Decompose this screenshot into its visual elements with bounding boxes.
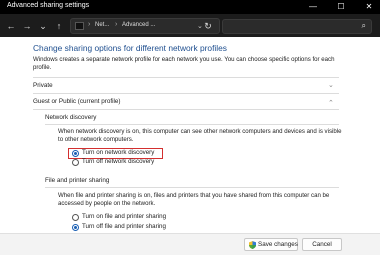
up-arrow-icon[interactable]: ↑ (53, 20, 65, 32)
save-changes-button[interactable]: Save changes (244, 238, 298, 251)
radio-label[interactable]: Turn on file and printer sharing (82, 213, 166, 220)
subsection-file-printer-sharing: File and printer sharing (45, 177, 110, 184)
settings-content: Change sharing options for different net… (0, 37, 380, 233)
divider (33, 109, 339, 110)
forward-arrow-icon[interactable]: → (21, 20, 33, 32)
divider (33, 93, 339, 94)
chevron-down-icon[interactable]: ⌄ (328, 81, 334, 89)
breadcrumb-advanced[interactable]: Advanced ... (122, 22, 155, 28)
radio-label[interactable]: Turn off file and printer sharing (82, 223, 166, 230)
file-printer-sharing-description: When file and printer sharing is on, fil… (58, 192, 330, 207)
intro-text: Windows creates a separate network profi… (33, 56, 335, 71)
footer-bar: Save changes Cancel (0, 233, 380, 255)
divider (33, 77, 339, 78)
title-bar: Advanced sharing settings — ☐ ✕ (0, 0, 380, 14)
breadcrumb-separator-icon: › (88, 21, 91, 28)
cancel-button[interactable]: Cancel (302, 238, 342, 251)
navigation-bar: ← → ⌄ ↑ › Net... › Advanced ... ⌄ ↻ ⌕ (0, 14, 380, 37)
minimize-button[interactable]: — (302, 0, 324, 14)
divider (45, 124, 339, 125)
subsection-network-discovery: Network discovery (45, 114, 97, 121)
chevron-up-icon[interactable]: ⌃ (328, 99, 334, 107)
recent-locations-chevron-icon[interactable]: ⌄ (37, 20, 49, 32)
window-title: Advanced sharing settings (7, 2, 90, 9)
search-icon[interactable]: ⌕ (362, 21, 366, 31)
network-discovery-description: When network discovery is on, this compu… (58, 128, 342, 143)
control-panel-icon (75, 22, 84, 30)
uac-shield-icon (249, 241, 256, 249)
refresh-icon[interactable]: ↻ (202, 20, 214, 32)
section-private[interactable]: Private (33, 82, 53, 89)
page-title: Change sharing options for different net… (33, 43, 227, 53)
save-button-label: Save changes (258, 241, 298, 248)
breadcrumb-separator-icon: › (115, 21, 118, 28)
radio-button-selected[interactable] (72, 224, 79, 231)
section-guest-public[interactable]: Guest or Public (current profile) (33, 98, 121, 105)
divider (45, 187, 339, 188)
breadcrumb-network[interactable]: Net... (95, 22, 109, 28)
maximize-button[interactable]: ☐ (330, 0, 352, 14)
radio-label[interactable]: Turn off network discovery (82, 158, 154, 165)
back-arrow-icon[interactable]: ← (5, 20, 17, 32)
address-bar[interactable]: › Net... › Advanced ... ⌄ (70, 18, 220, 34)
search-box[interactable]: ⌕ (222, 19, 372, 34)
radio-button[interactable] (72, 214, 79, 221)
close-button[interactable]: ✕ (358, 0, 380, 14)
radio-button[interactable] (72, 159, 79, 166)
